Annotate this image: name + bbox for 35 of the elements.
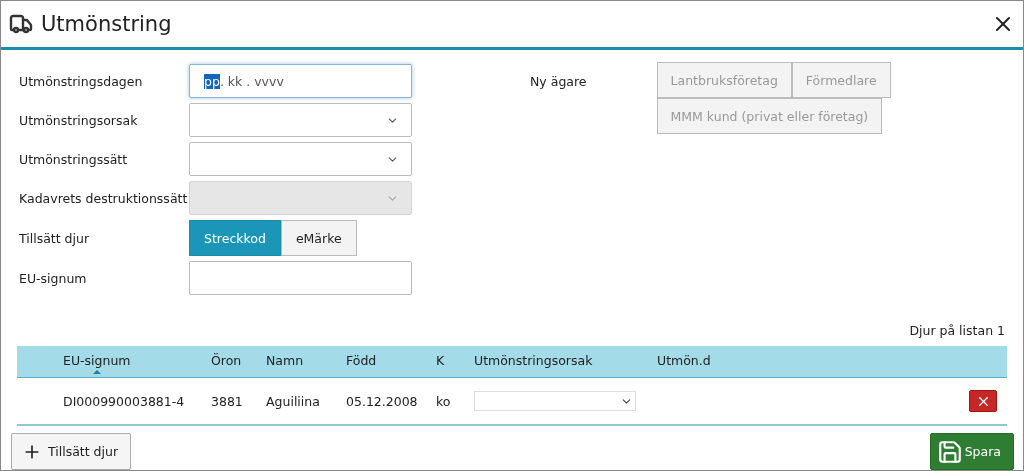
toggle-button[interactable]: eMärke (280, 220, 357, 256)
column-header[interactable]: K (436, 348, 474, 375)
count-label: Djur på listan 1 (909, 323, 1005, 338)
window-title: Utmönstring (41, 12, 173, 36)
field-label: Utmönstringsorsak (19, 112, 139, 128)
date-placeholder: . kk . vvvv (219, 73, 284, 89)
table-cell-text: Aguiliina (266, 393, 321, 409)
sort-icon (93, 369, 101, 374)
table-cell-text: 05.12.2008 (346, 393, 419, 409)
field-label: Kadavrets destruktionssätt (19, 190, 189, 206)
column-header[interactable]: Född (346, 348, 436, 375)
save-icon (936, 438, 963, 465)
table-cell-text: 3881 (211, 393, 244, 409)
column-header[interactable]: Namn (266, 348, 346, 375)
selected-date-segment: pp (204, 73, 220, 89)
column-header[interactable]: Öron (211, 348, 266, 375)
save-button[interactable]: Spara (929, 433, 1014, 470)
field-label: EU-signum (19, 270, 88, 286)
table-cell-text: ko (436, 393, 452, 409)
select-field[interactable] (474, 391, 636, 411)
field-label: Utmönstringssätt (19, 151, 129, 167)
add-animal-button[interactable]: Tillsätt djur (11, 433, 132, 470)
column-header[interactable]: Utmön.d (657, 348, 1007, 375)
date-field[interactable]: pp. kk . vvvv (189, 64, 412, 98)
field-label: Ny ägare (530, 74, 587, 89)
table-cell-text: DI000990003881-4 (63, 393, 186, 409)
field-label: Utmönstringsdagen (19, 73, 144, 89)
field-label: Tillsätt djur (19, 230, 91, 246)
delete-button[interactable] (969, 390, 997, 412)
input-field[interactable] (189, 261, 412, 295)
select-field[interactable] (189, 103, 412, 137)
truck-icon (9, 12, 33, 36)
select-field[interactable] (189, 142, 412, 176)
column-header[interactable]: EU-signum (63, 348, 211, 375)
column-header[interactable]: Utmönstringsorsak (474, 348, 657, 375)
